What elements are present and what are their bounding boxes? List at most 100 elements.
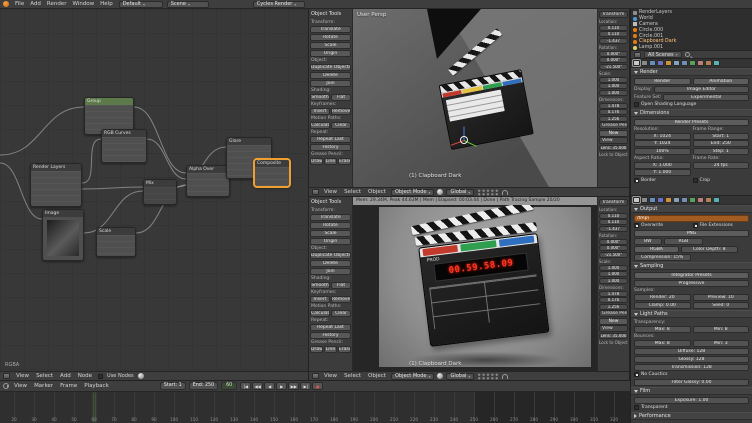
viewport-3d-render[interactable]: Mem: 29.34M, Peak 44.63M | Mem | Elapsed… bbox=[309, 196, 630, 380]
jump-start-button[interactable]: |◀ bbox=[240, 382, 251, 390]
jump-end-button[interactable]: ▶| bbox=[300, 382, 311, 390]
seed-field[interactable]: Seed: 0 bbox=[693, 302, 750, 309]
search-icon[interactable] bbox=[685, 52, 690, 57]
node-scale[interactable]: Scale bbox=[96, 227, 136, 257]
progressive-select[interactable]: Progressive bbox=[634, 280, 749, 287]
rotation-x-field[interactable]: 0.000° bbox=[599, 51, 628, 57]
scale-z-field[interactable]: 1.000 bbox=[599, 90, 628, 96]
location-z-field[interactable]: -1.437 bbox=[599, 226, 628, 232]
timeline[interactable]: ViewMarkerFramePlayback Start: 1 End: 25… bbox=[0, 380, 630, 423]
rgb-button[interactable]: RGB bbox=[664, 238, 703, 245]
mode-select[interactable]: Object Mode▾ bbox=[391, 189, 435, 196]
transparency-min-field[interactable]: Min: 8 bbox=[693, 326, 750, 333]
compression-field[interactable]: Compression: 15% bbox=[634, 254, 691, 261]
menu-item[interactable]: Select bbox=[34, 373, 55, 379]
gp-new-button[interactable]: New bbox=[599, 318, 628, 325]
node-header[interactable]: RGB Curves bbox=[102, 130, 146, 137]
history-button[interactable]: History bbox=[310, 144, 351, 151]
frame-rate-select[interactable]: 24 fps bbox=[693, 162, 750, 169]
repeat-last-button[interactable]: Repeat Last bbox=[310, 324, 351, 331]
remove-keyframe-button[interactable]: Remove bbox=[331, 108, 351, 115]
scale-x-field[interactable]: 1.000 bbox=[599, 265, 628, 271]
current-frame-field[interactable]: 60 bbox=[221, 382, 237, 390]
location-y-field[interactable]: 0.110 bbox=[599, 219, 628, 225]
rotate-button[interactable]: Rotate bbox=[310, 222, 351, 229]
join-button[interactable]: Join bbox=[310, 80, 351, 87]
location-z-field[interactable]: -1.437 bbox=[599, 38, 628, 44]
clamp-field[interactable]: Clamp: 0.00 bbox=[634, 302, 691, 309]
insert-keyframe-button[interactable]: Insert bbox=[310, 296, 330, 303]
translate-button[interactable]: Translate bbox=[310, 214, 351, 221]
gp-draw-button[interactable]: Draw bbox=[310, 158, 323, 165]
lens-field[interactable]: Lens: 35.000 bbox=[599, 145, 628, 151]
feature-set-select[interactable]: Experimental bbox=[663, 94, 749, 101]
node-header[interactable]: Render Layers bbox=[31, 164, 81, 171]
rotate-button[interactable]: Rotate bbox=[310, 34, 351, 41]
node-editor[interactable]: Group RGB Curves Render Layers Image Sca… bbox=[0, 9, 309, 380]
filter-glossy-field[interactable]: Filter Glossy: 0.00 bbox=[634, 379, 749, 386]
rotation-z-field[interactable]: -21.500° bbox=[599, 64, 628, 70]
delete-button[interactable]: Delete bbox=[310, 260, 351, 267]
duplicate-objects-button[interactable]: Duplicate Objects bbox=[310, 64, 351, 71]
output-path-field[interactable]: /tmp\ bbox=[634, 215, 749, 222]
editor-type-icon[interactable] bbox=[312, 189, 319, 195]
history-button[interactable]: History bbox=[310, 332, 351, 339]
location-y-field[interactable]: 0.110 bbox=[599, 31, 628, 37]
dimensions-panel-header[interactable]: Dimensions bbox=[631, 109, 752, 117]
delete-button[interactable]: Delete bbox=[310, 72, 351, 79]
transmission-bounces-field[interactable]: Transmission: 128 bbox=[634, 364, 749, 371]
join-button[interactable]: Join bbox=[310, 268, 351, 275]
clear-paths-button[interactable]: Clear bbox=[331, 122, 351, 129]
modifiers-tab[interactable] bbox=[681, 197, 688, 204]
object-tab[interactable] bbox=[665, 60, 672, 67]
film-panel-header[interactable]: Film bbox=[631, 387, 752, 395]
outliner[interactable]: RenderLayers World Camera Circle.000 Cir… bbox=[630, 9, 752, 58]
flat-button[interactable]: Flat bbox=[331, 282, 351, 289]
gp-new-button[interactable]: New bbox=[599, 130, 628, 137]
menu-item[interactable]: View bbox=[322, 373, 339, 379]
gp-line-button[interactable]: Line bbox=[324, 158, 337, 165]
texture-tab[interactable] bbox=[705, 197, 712, 204]
rotation-x-field[interactable]: 0.000° bbox=[599, 239, 628, 245]
menu-item[interactable]: Object bbox=[366, 373, 388, 379]
manipulator-center[interactable] bbox=[460, 136, 468, 144]
snap-magnet-icon[interactable] bbox=[502, 190, 508, 195]
scale-button[interactable]: Scale bbox=[310, 230, 351, 237]
resolution-percent-field[interactable]: 100% bbox=[634, 148, 691, 155]
view-panel-header[interactable]: View bbox=[599, 325, 628, 332]
render-panel-header[interactable]: Render bbox=[631, 68, 752, 76]
transform-manipulator[interactable] bbox=[449, 125, 479, 155]
dimensions-z-field[interactable]: 1.256 bbox=[599, 304, 628, 310]
node-alpha-over[interactable]: Alpha Over bbox=[186, 165, 230, 197]
location-x-field[interactable]: 0.110 bbox=[599, 25, 628, 31]
rotation-y-field[interactable]: 0.000° bbox=[599, 245, 628, 251]
menu-item[interactable]: View bbox=[14, 373, 31, 379]
gp-draw-button[interactable]: Draw bbox=[310, 346, 323, 353]
play-reverse-button[interactable]: ◀ bbox=[264, 382, 275, 390]
crop-checkbox[interactable] bbox=[693, 178, 698, 183]
material-tab[interactable] bbox=[697, 60, 704, 67]
menu-item[interactable]: Select bbox=[342, 373, 363, 379]
prev-keyframe-button[interactable]: ◀◀ bbox=[252, 382, 263, 390]
properties-editor-top[interactable]: Render Render Animation Display: Image E… bbox=[630, 58, 752, 195]
transform-panel-header[interactable]: Transform bbox=[599, 199, 628, 206]
scale-z-field[interactable]: 1.000 bbox=[599, 278, 628, 284]
menu-item[interactable]: Add bbox=[58, 373, 73, 379]
next-keyframe-button[interactable]: ▶▶ bbox=[288, 382, 299, 390]
calculate-paths-button[interactable]: Calculate bbox=[310, 122, 330, 129]
texture-tab[interactable] bbox=[705, 60, 712, 67]
rgba-button[interactable]: RGBA bbox=[634, 246, 679, 253]
material-tab[interactable] bbox=[697, 197, 704, 204]
view-panel-header[interactable]: View bbox=[599, 137, 628, 144]
grease-pencil-panel-header[interactable]: Grease Pencil bbox=[599, 122, 628, 129]
repeat-last-button[interactable]: Repeat Last bbox=[310, 136, 351, 143]
gp-erase-button[interactable]: Erase bbox=[338, 346, 351, 353]
menu-item[interactable]: Marker bbox=[32, 383, 55, 389]
grease-pencil-panel-header[interactable]: Grease Pencil bbox=[599, 310, 628, 317]
viewport-shading-icon[interactable] bbox=[437, 189, 443, 195]
world-tab[interactable] bbox=[657, 197, 664, 204]
flat-button[interactable]: Flat bbox=[331, 94, 351, 101]
render-engine-select[interactable]: Cycles Render▾ bbox=[253, 1, 305, 8]
render-presets-select[interactable]: Render Presets bbox=[634, 119, 749, 126]
world-tab[interactable] bbox=[657, 60, 664, 67]
